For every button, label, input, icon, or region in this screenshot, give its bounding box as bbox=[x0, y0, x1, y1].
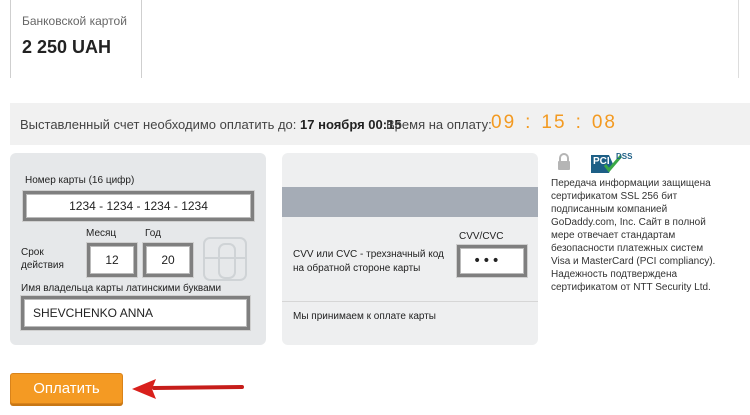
cvv-input[interactable] bbox=[460, 248, 524, 274]
lock-icon bbox=[558, 153, 570, 170]
cvv-label: CVV/CVC bbox=[459, 231, 504, 242]
card-holder-label: Имя владельца карты латинскими буквами bbox=[21, 283, 222, 294]
invoice-text: Выставленный счет необходимо оплатить до… bbox=[20, 117, 402, 132]
timer-separator: : bbox=[525, 112, 533, 133]
cvv-hint: CVV или CVC - трехзначный код на обратно… bbox=[293, 248, 444, 276]
timer-separator: : bbox=[575, 112, 583, 133]
cvv-hint-line1: CVV или CVC - трехзначный код bbox=[293, 249, 444, 260]
cvv-hint-line2: на обратной стороне карты bbox=[293, 263, 421, 274]
card-chip-icon bbox=[203, 237, 247, 281]
accepted-cards-text: Мы принимаем к оплате карты bbox=[293, 311, 436, 322]
expiry-label-line2: действия bbox=[21, 260, 64, 271]
pci-dss-badge-icon: PCI DSS bbox=[589, 152, 635, 180]
expiry-label-line1: Срок bbox=[21, 247, 44, 258]
expiry-year-input[interactable] bbox=[146, 246, 190, 274]
timer-seconds: 08 bbox=[591, 112, 617, 133]
month-label: Месяц bbox=[86, 228, 117, 239]
timer-hours: 09 bbox=[491, 112, 517, 133]
card-holder-input[interactable] bbox=[24, 299, 247, 327]
payment-amount: 2 250 UAH bbox=[22, 37, 112, 57]
divider bbox=[282, 301, 538, 302]
card-number-input[interactable] bbox=[26, 194, 251, 218]
red-arrow-icon bbox=[132, 379, 244, 399]
card-front-panel: Номер карты (16 цифр) Срок действия Меся… bbox=[10, 153, 266, 345]
pay-button[interactable]: Оплатить bbox=[10, 373, 123, 404]
card-number-label: Номер карты (16 цифр) bbox=[25, 175, 135, 186]
countdown-timer: 09:15:08 bbox=[491, 112, 617, 134]
timer-minutes: 15 bbox=[541, 112, 567, 133]
invoice-deadline-label: Выставленный счет необходимо оплатить до… bbox=[20, 117, 297, 132]
year-label: Год bbox=[145, 228, 161, 239]
divider bbox=[738, 0, 739, 78]
expiry-month-input[interactable] bbox=[90, 246, 134, 274]
pci-badge-prefix: PCI bbox=[593, 156, 610, 167]
security-description: Передача информации защищена сертификато… bbox=[551, 178, 716, 293]
magnetic-stripe bbox=[282, 187, 538, 217]
payment-method-label: Банковской картой bbox=[22, 14, 127, 28]
time-left-label: Время на оплату: bbox=[386, 117, 492, 132]
invoice-bar: Выставленный счет необходимо оплатить до… bbox=[10, 103, 750, 145]
payment-method-tab[interactable]: Банковской картой 2 250 UAH bbox=[10, 0, 142, 78]
pci-badge-text: DSS bbox=[616, 152, 633, 161]
expiry-label: Срок действия bbox=[21, 246, 64, 272]
card-back-panel: CVV или CVC - трехзначный код на обратно… bbox=[282, 153, 538, 345]
